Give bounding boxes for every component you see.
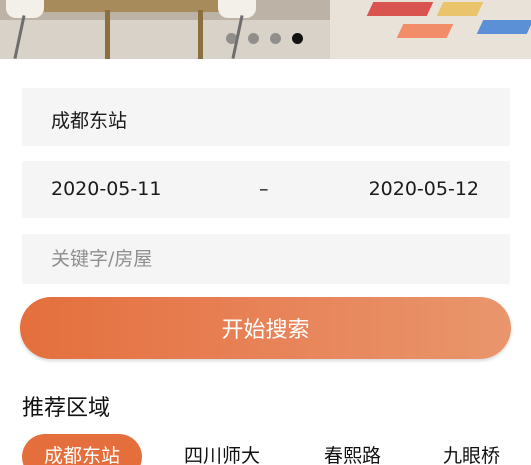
hero-table-leg: [105, 10, 110, 59]
recommend-chips: 成都东站 四川师大 春熙路 九眼桥: [22, 434, 531, 465]
chip-label: 四川师大: [184, 445, 261, 465]
chip-sichuan-normal[interactable]: 四川师大: [184, 434, 260, 465]
chip-label: 春熙路: [324, 445, 382, 465]
keyword-input[interactable]: [22, 234, 510, 284]
rug-stripe: [476, 20, 531, 34]
search-button[interactable]: 开始搜索: [20, 297, 511, 359]
date-range-field[interactable]: 2020-05-11 – 2020-05-12: [22, 161, 510, 218]
chip-chunxi-road[interactable]: 春熙路: [324, 434, 381, 465]
rug-stripe: [436, 2, 484, 16]
hero-rug: [330, 0, 531, 59]
search-button-label: 开始搜索: [221, 318, 310, 343]
carousel-dot[interactable]: [270, 33, 281, 44]
hero-table: [38, 0, 238, 12]
keyword-field[interactable]: [22, 234, 510, 284]
chip-label: 九眼桥: [443, 445, 501, 465]
recommend-section-title: 推荐区域: [22, 396, 111, 421]
carousel-indicator[interactable]: [226, 33, 303, 44]
hero-banner[interactable]: [0, 0, 531, 59]
location-value: 成都东站: [51, 110, 128, 132]
checkout-date[interactable]: 2020-05-12: [369, 178, 479, 200]
rug-stripe: [366, 2, 434, 16]
chip-label: 成都东站: [44, 445, 121, 465]
carousel-dot[interactable]: [292, 33, 303, 44]
hero-chair: [218, 0, 256, 18]
chip-chengdu-east[interactable]: 成都东站: [22, 434, 143, 465]
hero-table-leg: [198, 10, 203, 59]
location-field[interactable]: 成都东站: [22, 88, 510, 146]
carousel-dot[interactable]: [226, 33, 237, 44]
checkin-date[interactable]: 2020-05-11: [51, 178, 161, 200]
carousel-dot[interactable]: [248, 33, 259, 44]
date-separator: –: [259, 178, 269, 200]
rug-stripe: [396, 24, 454, 38]
chip-jiuyan-bridge[interactable]: 九眼桥: [443, 434, 500, 465]
